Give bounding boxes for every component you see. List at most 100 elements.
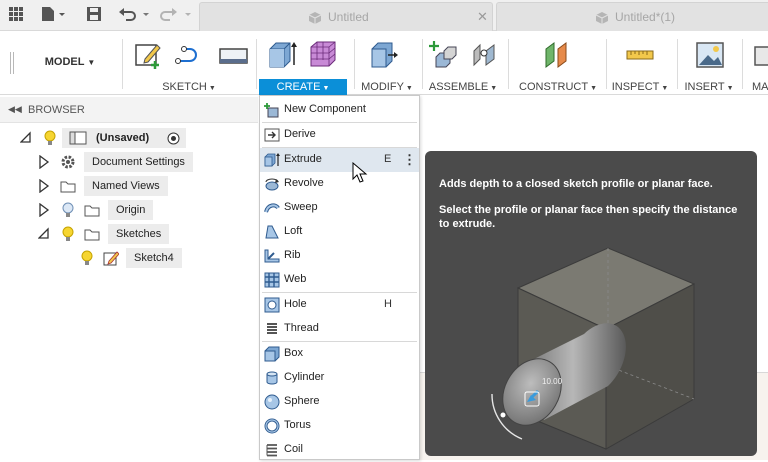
sketch-rectangle-icon[interactable] xyxy=(217,39,249,71)
menu-item-thread[interactable]: Thread xyxy=(260,317,419,341)
tree-label-origin[interactable]: Origin xyxy=(108,200,154,220)
tree-node-sketch4[interactable]: Sketch4 xyxy=(0,248,258,268)
toolbar-divider xyxy=(606,39,607,89)
sketch-line-icon[interactable] xyxy=(174,39,206,71)
browser-title: BROWSER xyxy=(28,104,85,116)
activate-radio-icon[interactable] xyxy=(167,132,180,145)
chevron-down-icon: ▼ xyxy=(661,85,669,92)
collapsed-triangle-icon[interactable] xyxy=(38,179,50,193)
extrude-tooltip: Adds depth to a closed sketch profile or… xyxy=(425,151,757,456)
tree-node-origin[interactable]: Origin xyxy=(0,200,258,220)
tree-label-named-views[interactable]: Named Views xyxy=(84,176,168,196)
extrude-tool-icon[interactable] xyxy=(266,39,298,71)
app-grid-icon[interactable] xyxy=(8,6,24,22)
lightbulb-icon[interactable] xyxy=(61,226,75,242)
form-tool-icon[interactable] xyxy=(307,39,339,71)
menu-item-extrude[interactable]: Extrude E ⋮ xyxy=(260,148,419,172)
lightbulb-icon[interactable] xyxy=(43,130,57,146)
toolbar-divider xyxy=(354,39,355,89)
document-tab-label: Untitled*(1) xyxy=(615,10,676,24)
derive-icon xyxy=(264,128,280,142)
workspace-switcher[interactable]: MODEL ▼ xyxy=(22,49,118,75)
joint-icon[interactable] xyxy=(470,39,502,71)
menu-item-derive[interactable]: Derive xyxy=(260,123,419,147)
undo-icon[interactable] xyxy=(118,6,152,22)
toolbar-grip[interactable] xyxy=(10,52,14,74)
collapsed-triangle-icon[interactable] xyxy=(38,203,50,217)
chevron-down-icon: ▼ xyxy=(405,85,413,92)
document-tab-untitled[interactable]: Untitled ✕ xyxy=(199,2,493,31)
redo-icon[interactable] xyxy=(160,6,194,22)
save-icon[interactable] xyxy=(86,6,102,22)
menu-item-cylinder[interactable]: Cylinder xyxy=(260,366,419,390)
chevron-down-icon: ▼ xyxy=(87,58,96,67)
toolbar-divider xyxy=(122,39,123,89)
sketch-menu[interactable]: SKETCH ▼ xyxy=(130,79,248,95)
tree-node-named-views[interactable]: Named Views xyxy=(0,176,258,196)
create-sketch-icon[interactable] xyxy=(133,39,165,71)
new-component-icon[interactable] xyxy=(428,39,460,71)
component-icon xyxy=(69,131,87,145)
menu-item-torus[interactable]: Torus xyxy=(260,414,419,438)
extrude-icon xyxy=(264,153,280,167)
make-tool-icon[interactable] xyxy=(752,39,768,71)
folder-icon xyxy=(84,205,100,217)
workspace-label: MODEL xyxy=(44,56,85,68)
chevron-down-icon: ▼ xyxy=(490,85,498,92)
tree-label-document-settings[interactable]: Document Settings xyxy=(84,152,193,172)
expanded-triangle-icon[interactable] xyxy=(20,131,32,143)
file-menu-icon[interactable] xyxy=(40,6,66,22)
measure-icon[interactable] xyxy=(624,39,656,71)
menu-item-revolve[interactable]: Revolve xyxy=(260,172,419,196)
document-tab-untitled-1[interactable]: Untitled*(1) xyxy=(496,2,768,31)
chevron-down-icon: ▼ xyxy=(726,85,734,92)
offset-plane-icon[interactable] xyxy=(542,39,574,71)
tree-node-document-settings[interactable]: Document Settings xyxy=(0,152,258,172)
box-icon xyxy=(264,346,280,362)
menu-item-rib[interactable]: Rib xyxy=(260,244,419,268)
collapse-browser-icon[interactable]: ◀◀ xyxy=(8,104,22,115)
construct-menu[interactable]: CONSTRUCT ▼ xyxy=(516,79,600,95)
menu-item-hole[interactable]: Hole H xyxy=(260,293,419,317)
tree-label-sketches[interactable]: Sketches xyxy=(108,224,170,244)
dimension-label: 10.00 xyxy=(542,377,563,386)
toolbar-divider xyxy=(677,39,678,89)
menu-item-web[interactable]: Web xyxy=(260,268,419,292)
lightbulb-icon[interactable] xyxy=(80,250,94,266)
toolbar-divider xyxy=(508,39,509,89)
more-options-icon[interactable]: ⋮ xyxy=(403,152,416,168)
make-menu[interactable]: MA xyxy=(752,79,768,95)
tree-label-sketch4[interactable]: Sketch4 xyxy=(126,248,182,268)
tree-node-root[interactable]: (Unsaved) xyxy=(0,128,258,148)
lightbulb-off-icon[interactable] xyxy=(61,202,75,218)
close-tab-icon[interactable]: ✕ xyxy=(477,9,488,25)
create-menu-button[interactable]: CREATE ▼ xyxy=(259,79,347,95)
menu-item-box[interactable]: Box xyxy=(260,342,419,366)
torus-icon xyxy=(264,418,280,434)
menu-item-loft[interactable]: Loft xyxy=(260,220,419,244)
chevron-down-icon: ▼ xyxy=(322,85,330,92)
collapsed-triangle-icon[interactable] xyxy=(38,155,50,169)
chevron-down-icon: ▼ xyxy=(208,85,216,92)
hole-icon xyxy=(264,297,280,313)
title-bar: Untitled ✕ Untitled*(1) xyxy=(0,0,768,31)
menu-item-coil[interactable]: Coil xyxy=(260,438,419,462)
press-pull-icon[interactable] xyxy=(368,39,400,71)
toolbar-divider xyxy=(742,39,743,89)
tooltip-title: Adds depth to a closed sketch profile or… xyxy=(439,178,713,190)
thread-icon xyxy=(267,323,277,334)
document-cube-icon xyxy=(595,12,609,24)
tooltip-body: Select the profile or planar face then s… xyxy=(439,204,738,230)
expanded-triangle-icon[interactable] xyxy=(38,227,50,239)
menu-item-new-component[interactable]: New Component xyxy=(260,98,419,122)
modify-menu[interactable]: MODIFY ▼ xyxy=(356,79,418,95)
cylinder-icon xyxy=(266,371,278,385)
insert-image-icon[interactable] xyxy=(694,39,726,71)
tree-node-sketches[interactable]: Sketches xyxy=(0,224,258,244)
menu-item-sphere[interactable]: Sphere xyxy=(260,390,419,414)
new-component-icon xyxy=(264,103,279,118)
menu-item-sweep[interactable]: Sweep xyxy=(260,196,419,220)
insert-menu[interactable]: INSERT ▼ xyxy=(684,79,734,95)
inspect-menu[interactable]: INSPECT ▼ xyxy=(610,79,670,95)
assemble-menu[interactable]: ASSEMBLE ▼ xyxy=(425,79,501,95)
